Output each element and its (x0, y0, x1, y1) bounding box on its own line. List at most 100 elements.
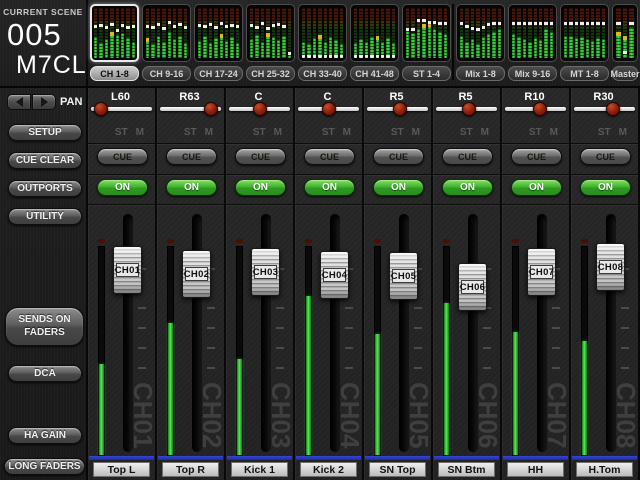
utility-button[interactable]: UTILITY (8, 208, 82, 225)
cue-button[interactable]: CUE (235, 148, 286, 165)
dca-button[interactable]: DCA (8, 365, 82, 382)
outports-button[interactable]: OUTPORTS (8, 180, 82, 197)
pan-knob[interactable] (393, 102, 407, 116)
meter-tab-mix-9-16[interactable]: Mix 9-16 (508, 4, 557, 82)
pan-knob[interactable] (204, 102, 218, 116)
long-faders-button[interactable]: LONG FADERS (4, 458, 85, 475)
meter-column (386, 8, 389, 58)
pan-knob[interactable] (322, 102, 336, 116)
meter-level-bar (277, 40, 280, 58)
cue-clear-button[interactable]: CUE CLEAR (8, 152, 82, 169)
fader-scale-tick (207, 307, 215, 309)
meter-tab-st-1-4[interactable]: ST 1-4 (402, 4, 451, 82)
section-divider (88, 204, 155, 205)
meter-tab-ch-1-8[interactable]: CH 1-8 (90, 4, 139, 82)
on-button[interactable]: ON (580, 179, 631, 196)
setup-button[interactable]: SETUP (8, 124, 82, 141)
fader-scale-tick (621, 367, 629, 369)
meter-level-bar (116, 35, 119, 58)
fader-scale-tick (483, 327, 491, 329)
fader-cap[interactable]: CH04 (320, 251, 349, 299)
pan-value: R10 (502, 91, 567, 103)
cue-button[interactable]: CUE (166, 148, 217, 165)
ha-gain-button[interactable]: HA GAIN (8, 427, 82, 444)
pan-knob[interactable] (533, 102, 547, 116)
cue-button[interactable]: CUE (511, 148, 562, 165)
fader-cap[interactable]: CH07 (527, 248, 556, 296)
fader-cap[interactable]: CH08 (596, 243, 625, 291)
fader-cap[interactable]: CH01 (113, 246, 142, 294)
fader-cap-label: CH03 (254, 265, 277, 279)
fader-position-mark (534, 22, 537, 25)
fader-scale-tick (483, 367, 491, 369)
stereo-indicator: ST (598, 127, 611, 138)
channel-name[interactable]: HH (507, 462, 564, 477)
meter-level-bar (220, 34, 223, 58)
channel-name[interactable]: Kick 1 (231, 462, 288, 477)
meter-tab-mt-1-8[interactable]: MT 1-8 (560, 4, 609, 82)
fader-position-mark (110, 23, 113, 26)
meter-level-bar (198, 41, 201, 59)
pan-mode-next-button[interactable] (32, 94, 56, 110)
meter-tab-mix-1-8[interactable]: Mix 1-8 (456, 4, 505, 82)
meter-tab-ch-33-40[interactable]: CH 33-40 (298, 4, 347, 82)
fader-position-mark (236, 25, 239, 28)
on-button[interactable]: ON (304, 179, 355, 196)
mini-meter-box (560, 4, 609, 62)
fader-cap[interactable]: CH06 (458, 263, 487, 311)
pan-knob[interactable] (94, 102, 108, 116)
on-button[interactable]: ON (166, 179, 217, 196)
meter-tab-ch-25-32[interactable]: CH 25-32 (246, 4, 295, 82)
cue-button[interactable]: CUE (373, 148, 424, 165)
fader-track[interactable] (330, 214, 340, 452)
level-meter (512, 246, 519, 456)
cue-button[interactable]: CUE (580, 148, 631, 165)
channel-strip-ch08: R30STMCUEONCH08CH08H.Tom (571, 88, 640, 480)
meter-tab-master[interactable]: Master (612, 4, 638, 82)
pan-knob[interactable] (462, 102, 476, 116)
fader-position-mark (370, 55, 373, 58)
channel-color-bar (503, 456, 568, 460)
channel-name[interactable]: Top L (93, 462, 150, 477)
fader-cap[interactable]: CH05 (389, 252, 418, 300)
meter-column (236, 8, 239, 58)
channel-name[interactable]: SN Btm (438, 462, 495, 477)
level-meter-bar (237, 359, 242, 455)
sends-on-faders-button[interactable]: SENDS ON FADERS (5, 307, 84, 346)
channel-name[interactable]: SN Top (369, 462, 426, 477)
fader-scale-tick (552, 307, 560, 309)
meter-level-bar (255, 35, 258, 58)
level-meter (236, 246, 243, 456)
fader-track[interactable] (399, 214, 409, 452)
fader-cap[interactable]: CH03 (251, 248, 280, 296)
clip-indicator (374, 239, 381, 243)
meter-column (580, 8, 583, 58)
on-button[interactable]: ON (511, 179, 562, 196)
on-button[interactable]: ON (442, 179, 493, 196)
pan-slider-track[interactable] (574, 107, 635, 111)
section-divider (433, 143, 500, 144)
meter-column (422, 8, 425, 58)
meter-tab-ch-17-24[interactable]: CH 17-24 (194, 4, 243, 82)
on-button[interactable]: ON (97, 179, 148, 196)
channel-name[interactable]: Top R (162, 462, 219, 477)
fader-scale-tick (345, 327, 353, 329)
meter-column (544, 8, 547, 58)
cue-button[interactable]: CUE (97, 148, 148, 165)
on-button[interactable]: ON (235, 179, 286, 196)
meter-tab-ch-9-16[interactable]: CH 9-16 (142, 4, 191, 82)
cue-button[interactable]: CUE (442, 148, 493, 165)
on-button[interactable]: ON (373, 179, 424, 196)
channel-name[interactable]: Kick 2 (300, 462, 357, 477)
pan-knob[interactable] (606, 102, 620, 116)
pan-knob[interactable] (253, 102, 267, 116)
channel-name[interactable]: H.Tom (576, 462, 633, 477)
meter-level-bar (225, 41, 228, 59)
fader-track[interactable] (468, 214, 478, 452)
cue-button[interactable]: CUE (304, 148, 355, 165)
fader-cap[interactable]: CH02 (182, 250, 211, 298)
pan-mode-previous-button[interactable] (7, 94, 31, 110)
channel-number-watermark: CH05 (406, 382, 432, 460)
section-divider (88, 174, 155, 175)
meter-tab-ch-41-48[interactable]: CH 41-48 (350, 4, 399, 82)
